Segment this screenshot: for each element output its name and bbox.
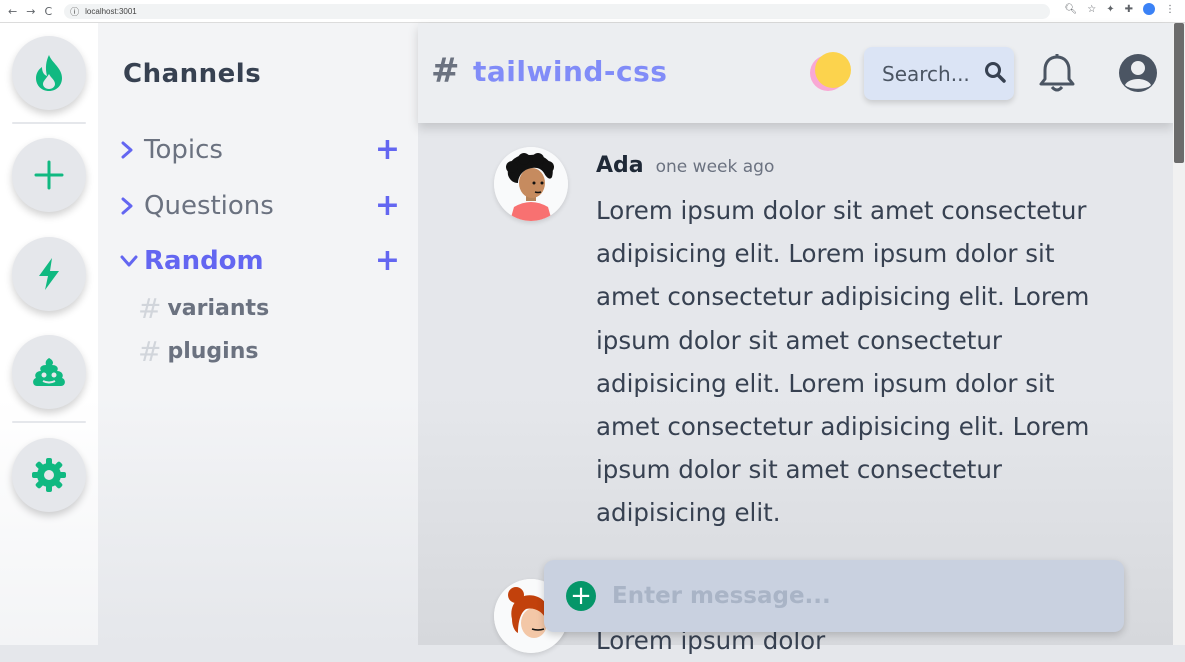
channels-title: Channels <box>123 59 262 89</box>
theme-toggle[interactable] <box>810 52 851 95</box>
add-channel-button[interactable]: + <box>375 135 400 165</box>
category-label: Topics <box>144 135 223 165</box>
browser-extensions: 🔍︎ ☆ ✦ ✚ ⋮ <box>1065 3 1175 15</box>
poop-icon <box>33 358 65 386</box>
chat-main: Ada one week ago Lorem ipsum dolor sit a… <box>418 23 1173 655</box>
channel-header: # tailwind-css <box>418 23 1173 123</box>
user-profile-icon[interactable] <box>1118 53 1158 97</box>
add-channel-button[interactable]: + <box>375 191 400 221</box>
scrollbar[interactable] <box>1173 23 1185 645</box>
avatar <box>494 147 568 221</box>
rail-divider <box>12 421 86 423</box>
reload-button[interactable]: C <box>44 5 52 18</box>
browser-toolbar: ← → C ⓘ localhost:3001 🔍︎ ☆ ✦ ✚ ⋮ <box>0 0 1185 23</box>
scrollbar-thumb[interactable] <box>1174 23 1184 163</box>
chevron-down-icon <box>120 254 142 268</box>
add-channel-button[interactable]: + <box>375 246 400 276</box>
channel-item-variants[interactable]: # variants <box>138 291 269 325</box>
extension-icon[interactable]: ✦ <box>1106 4 1114 15</box>
message-author: Ada <box>596 153 644 178</box>
fire-icon <box>36 55 62 91</box>
channel-label: variants <box>167 295 270 321</box>
message-header: Ada one week ago <box>596 153 774 178</box>
server-rail <box>0 23 98 645</box>
channel-label: plugins <box>167 338 259 364</box>
browser-menu-icon[interactable]: ⋮ <box>1165 4 1175 15</box>
address-bar[interactable]: ⓘ localhost:3001 <box>64 3 1051 19</box>
rail-add-button[interactable] <box>12 138 86 212</box>
category-topics[interactable]: Topics + <box>120 130 400 170</box>
bolt-icon <box>39 258 59 290</box>
chevron-right-icon <box>120 141 142 159</box>
message-composer: + <box>544 560 1124 632</box>
message-input[interactable] <box>610 582 1094 610</box>
channel-hash-icon: # <box>431 51 460 91</box>
chevron-right-icon <box>120 197 142 215</box>
category-label: Questions <box>144 191 274 221</box>
hash-icon: # <box>138 291 162 325</box>
rail-settings-button[interactable] <box>12 438 86 512</box>
category-random[interactable]: Random + <box>120 241 400 281</box>
message-text: Lorem ipsum dolor sit amet consectetur a… <box>596 196 1090 528</box>
category-label: Random <box>144 246 264 276</box>
message-timestamp: one week ago <box>655 157 775 177</box>
rail-poop-button[interactable] <box>12 335 86 409</box>
gear-icon <box>32 458 66 492</box>
hash-icon: # <box>138 334 162 368</box>
browser-nav: ← → C <box>8 5 52 18</box>
puzzle-icon[interactable]: ✚ <box>1125 4 1133 15</box>
search-icon[interactable] <box>984 61 1006 87</box>
category-questions[interactable]: Questions + <box>120 186 400 226</box>
rail-fire-button[interactable] <box>12 36 86 110</box>
channel-item-plugins[interactable]: # plugins <box>138 334 258 368</box>
channels-sidebar: Channels Topics + Questions + Random + #… <box>98 23 418 645</box>
bell-icon[interactable] <box>1038 53 1076 97</box>
zoom-icon[interactable]: 🔍︎ <box>1065 4 1078 15</box>
address-text: localhost:3001 <box>85 6 137 16</box>
star-icon[interactable]: ☆ <box>1087 4 1096 15</box>
back-button[interactable]: ← <box>8 5 17 18</box>
channel-title: tailwind-css <box>473 55 668 88</box>
search-box[interactable] <box>864 47 1014 100</box>
rail-bolt-button[interactable] <box>12 237 86 311</box>
info-icon: ⓘ <box>70 6 80 17</box>
browser-profile-icon[interactable] <box>1143 3 1155 15</box>
plus-icon <box>34 160 64 190</box>
forward-button[interactable]: → <box>26 5 35 18</box>
sun-icon <box>815 52 851 88</box>
rail-divider <box>12 122 86 124</box>
add-attachment-button[interactable]: + <box>566 581 596 611</box>
search-input[interactable] <box>880 60 982 87</box>
